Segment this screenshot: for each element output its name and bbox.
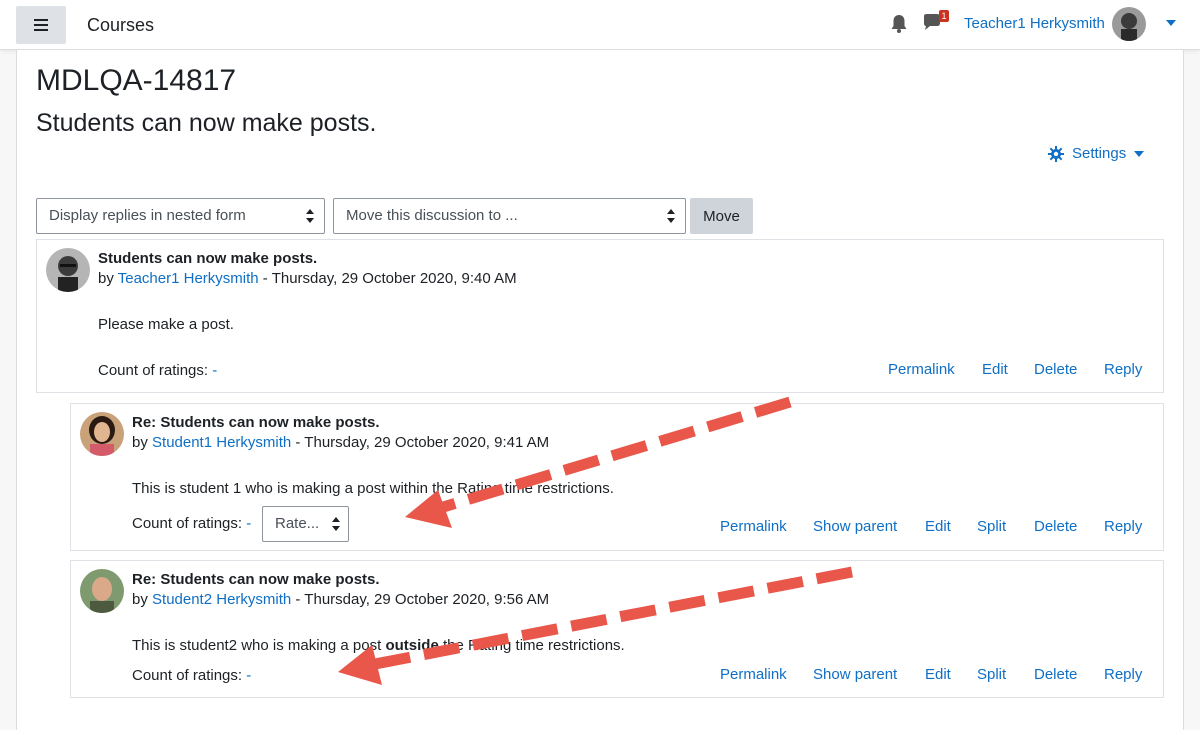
move-discussion-value: Move this discussion to ...	[346, 207, 518, 224]
post-date: - Thursday, 29 October 2020, 9:56 AM	[291, 591, 550, 608]
display-mode-value: Display replies in nested form	[49, 207, 246, 224]
post-date: - Thursday, 29 October 2020, 9:41 AM	[291, 434, 550, 451]
move-button[interactable]: Move	[690, 198, 753, 234]
edit-link[interactable]: Edit	[925, 518, 951, 535]
post-body-emphasis: outside	[385, 637, 439, 654]
split-link[interactable]: Split	[977, 666, 1006, 683]
by-label: by	[98, 270, 114, 287]
delete-link[interactable]: Delete	[1034, 666, 1077, 683]
display-mode-select[interactable]: Display replies in nested form	[36, 198, 325, 234]
hamburger-icon	[34, 16, 48, 34]
reply-link[interactable]: Reply	[1104, 666, 1142, 683]
edit-link[interactable]: Edit	[925, 666, 951, 683]
settings-menu[interactable]: Settings	[1048, 145, 1145, 162]
post-body: This is student2 who is making a post ou…	[132, 637, 625, 654]
show-parent-link[interactable]: Show parent	[813, 666, 897, 683]
author-link[interactable]: Student2 Herkysmith	[152, 591, 291, 608]
split-link[interactable]: Split	[977, 518, 1006, 535]
post-body-text: This is student2 who is making a post	[132, 637, 386, 654]
course-title: MDLQA-14817	[36, 64, 237, 97]
user-menu-name[interactable]: Teacher1 Herkysmith	[964, 15, 1105, 32]
user-avatar[interactable]	[1112, 7, 1146, 41]
permalink-link[interactable]: Permalink	[720, 518, 787, 535]
reply-link[interactable]: Reply	[1104, 518, 1142, 535]
post-byline: by Teacher1 Herkysmith - Thursday, 29 Oc…	[98, 270, 517, 287]
post-body: This is student 1 who is making a post w…	[132, 480, 614, 497]
edit-link[interactable]: Edit	[982, 361, 1008, 378]
gear-icon	[1048, 145, 1064, 162]
forum-post: Re: Students can now make posts. by Stud…	[70, 560, 1164, 698]
permalink-link[interactable]: Permalink	[888, 361, 955, 378]
author-avatar[interactable]	[46, 248, 90, 292]
post-byline: by Student2 Herkysmith - Thursday, 29 Oc…	[132, 591, 549, 608]
discussion-title: Students can now make posts.	[36, 109, 377, 137]
by-label: by	[132, 434, 148, 451]
author-link[interactable]: Teacher1 Herkysmith	[118, 270, 259, 287]
post-date: - Thursday, 29 October 2020, 9:40 AM	[258, 270, 517, 287]
move-discussion-select[interactable]: Move this discussion to ...	[333, 198, 686, 234]
caret-down-icon[interactable]	[1166, 20, 1176, 26]
author-avatar[interactable]	[80, 569, 124, 613]
post-actions: Permalink Show parent Edit Split Delete …	[71, 666, 1165, 686]
author-link[interactable]: Student1 Herkysmith	[152, 434, 291, 451]
post-byline: by Student1 Herkysmith - Thursday, 29 Oc…	[132, 434, 549, 451]
select-arrows-icon	[306, 209, 314, 223]
permalink-link[interactable]: Permalink	[720, 666, 787, 683]
reply-link[interactable]: Reply	[1104, 361, 1142, 378]
brand-link[interactable]: Courses	[87, 15, 154, 36]
nav-drawer-toggle-button[interactable]	[16, 6, 66, 44]
select-arrows-icon	[667, 209, 675, 223]
post-subject: Students can now make posts.	[98, 250, 318, 267]
settings-label: Settings	[1072, 145, 1127, 162]
notification-count-badge: 1	[939, 10, 949, 22]
bell-icon[interactable]	[890, 14, 908, 34]
post-subject: Re: Students can now make posts.	[132, 571, 380, 588]
delete-link[interactable]: Delete	[1034, 518, 1077, 535]
post-body: Please make a post.	[98, 316, 234, 333]
post-body-text: the Rating time restrictions.	[438, 637, 625, 654]
post-actions: Permalink Show parent Edit Split Delete …	[71, 518, 1165, 538]
forum-post: Students can now make posts. by Teacher1…	[36, 239, 1164, 393]
post-subject: Re: Students can now make posts.	[132, 414, 380, 431]
caret-down-icon	[1134, 150, 1145, 157]
post-actions: Permalink Edit Delete Reply	[37, 361, 1165, 381]
forum-post: Re: Students can now make posts. by Stud…	[70, 403, 1164, 551]
author-avatar[interactable]	[80, 412, 124, 456]
show-parent-link[interactable]: Show parent	[813, 518, 897, 535]
delete-link[interactable]: Delete	[1034, 361, 1077, 378]
by-label: by	[132, 591, 148, 608]
top-navbar: Courses 1 Teacher1 Herkysmith	[0, 0, 1200, 50]
